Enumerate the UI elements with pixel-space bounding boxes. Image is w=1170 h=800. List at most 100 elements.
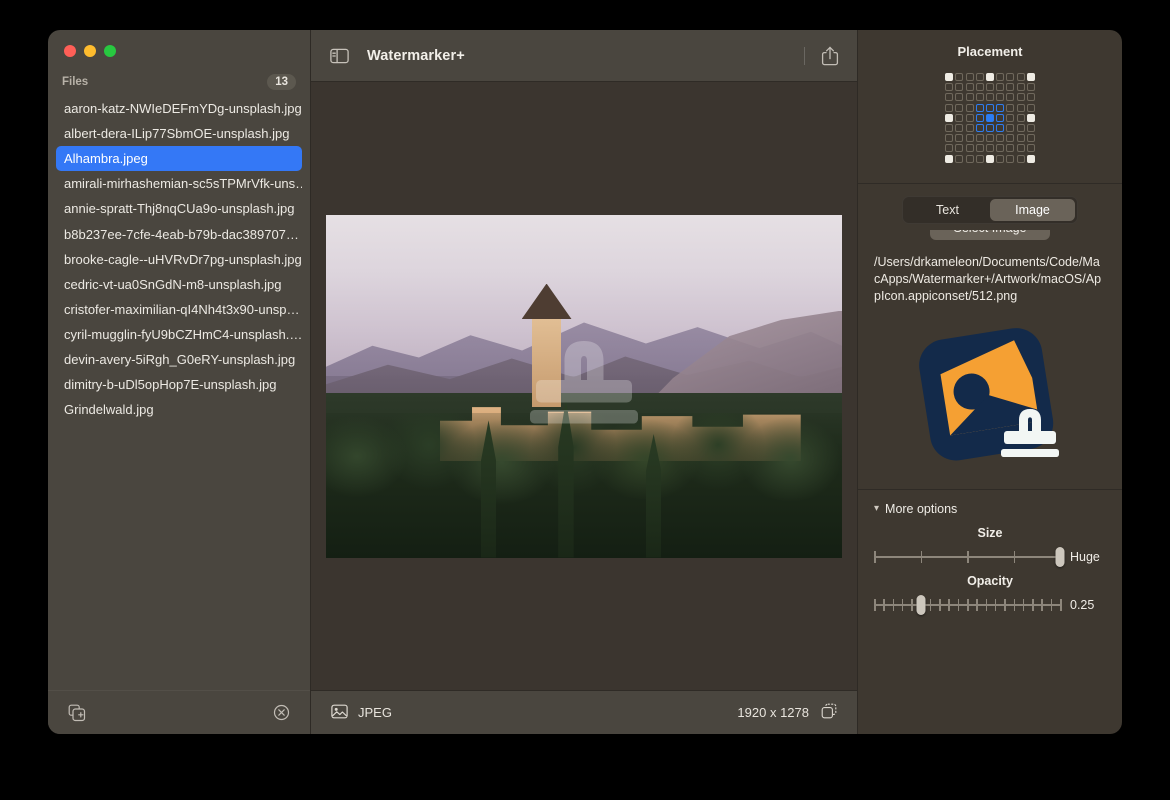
- placement-cell-2-6[interactable]: [1006, 93, 1014, 101]
- placement-cell-8-2[interactable]: [966, 155, 974, 163]
- placement-cell-6-3[interactable]: [976, 134, 984, 142]
- copy-icon[interactable]: [821, 703, 837, 722]
- placement-cell-8-6[interactable]: [1006, 155, 1014, 163]
- placement-cell-5-2[interactable]: [966, 124, 974, 132]
- placement-cell-5-1[interactable]: [955, 124, 963, 132]
- placement-cell-2-5[interactable]: [996, 93, 1004, 101]
- placement-cell-1-2[interactable]: [966, 83, 974, 91]
- placement-cell-1-1[interactable]: [955, 83, 963, 91]
- placement-cell-4-0[interactable]: [945, 114, 953, 122]
- placement-cell-5-0[interactable]: [945, 124, 953, 132]
- placement-cell-3-7[interactable]: [1017, 104, 1025, 112]
- file-list[interactable]: aaron-katz-NWIeDEFmYDg-unsplash.jpg albe…: [48, 96, 310, 690]
- placement-cell-8-8[interactable]: [1027, 155, 1035, 163]
- close-window-button[interactable]: [64, 45, 76, 57]
- clear-all-icon[interactable]: [270, 702, 292, 724]
- placement-cell-7-0[interactable]: [945, 144, 953, 152]
- size-slider[interactable]: [874, 546, 1060, 568]
- placement-cell-4-7[interactable]: [1017, 114, 1025, 122]
- placement-cell-0-5[interactable]: [996, 73, 1004, 81]
- placement-cell-2-7[interactable]: [1017, 93, 1025, 101]
- placement-cell-2-8[interactable]: [1027, 93, 1035, 101]
- placement-cell-3-2[interactable]: [966, 104, 974, 112]
- placement-cell-4-3[interactable]: [976, 114, 984, 122]
- placement-cell-4-6[interactable]: [1006, 114, 1014, 122]
- watermark-type-segmented-control[interactable]: Text Image: [902, 196, 1078, 224]
- placement-cell-0-6[interactable]: [1006, 73, 1014, 81]
- opacity-slider[interactable]: [874, 594, 1060, 616]
- placement-cell-1-0[interactable]: [945, 83, 953, 91]
- list-item[interactable]: cedric-vt-ua0SnGdN-m8-unsplash.jpg: [56, 272, 302, 297]
- list-item-selected[interactable]: Alhambra.jpeg: [56, 146, 302, 171]
- placement-cell-0-8[interactable]: [1027, 73, 1035, 81]
- image-preview-area[interactable]: [311, 82, 857, 690]
- placement-cell-6-6[interactable]: [1006, 134, 1014, 142]
- preview-image[interactable]: [326, 215, 842, 558]
- tab-text[interactable]: Text: [905, 199, 990, 221]
- list-item[interactable]: devin-avery-5iRgh_G0eRY-unsplash.jpg: [56, 347, 302, 372]
- placement-cell-6-0[interactable]: [945, 134, 953, 142]
- placement-cell-0-0[interactable]: [945, 73, 953, 81]
- placement-cell-1-5[interactable]: [996, 83, 1004, 91]
- list-item[interactable]: brooke-cagle--uHVRvDr7pg-unsplash.jpg: [56, 247, 302, 272]
- list-item[interactable]: cyril-mugglin-fyU9bCZHmC4-unsplash.…: [56, 322, 302, 347]
- select-image-button[interactable]: Select Image: [930, 230, 1050, 240]
- placement-cell-3-6[interactable]: [1006, 104, 1014, 112]
- placement-cell-3-0[interactable]: [945, 104, 953, 112]
- placement-cell-7-4[interactable]: [986, 144, 994, 152]
- placement-cell-1-4[interactable]: [986, 83, 994, 91]
- placement-cell-3-5[interactable]: [996, 104, 1004, 112]
- list-item[interactable]: b8b237ee-7cfe-4eab-b79b-dac389707…: [56, 221, 302, 246]
- placement-cell-3-8[interactable]: [1027, 104, 1035, 112]
- placement-cell-2-1[interactable]: [955, 93, 963, 101]
- placement-cell-8-0[interactable]: [945, 155, 953, 163]
- placement-cell-5-4[interactable]: [986, 124, 994, 132]
- placement-cell-6-5[interactable]: [996, 134, 1004, 142]
- sidebar-toggle-icon[interactable]: [327, 44, 351, 68]
- placement-cell-5-5[interactable]: [996, 124, 1004, 132]
- placement-cell-2-0[interactable]: [945, 93, 953, 101]
- zoom-window-button[interactable]: [104, 45, 116, 57]
- placement-cell-7-7[interactable]: [1017, 144, 1025, 152]
- placement-cell-7-3[interactable]: [976, 144, 984, 152]
- placement-cell-1-8[interactable]: [1027, 83, 1035, 91]
- placement-cell-5-6[interactable]: [1006, 124, 1014, 132]
- placement-grid[interactable]: [945, 73, 1035, 163]
- placement-cell-6-4[interactable]: [986, 134, 994, 142]
- list-item[interactable]: aaron-katz-NWIeDEFmYDg-unsplash.jpg: [56, 96, 302, 121]
- placement-cell-8-7[interactable]: [1017, 155, 1025, 163]
- placement-cell-7-5[interactable]: [996, 144, 1004, 152]
- placement-cell-2-2[interactable]: [966, 93, 974, 101]
- placement-cell-8-1[interactable]: [955, 155, 963, 163]
- list-item[interactable]: dimitry-b-uDl5opHop7E-unsplash.jpg: [56, 372, 302, 397]
- placement-cell-7-8[interactable]: [1027, 144, 1035, 152]
- more-options-toggle[interactable]: ▾ More options: [874, 502, 1106, 516]
- list-item[interactable]: cristofer-maximilian-qI4Nh4t3x90-unsp…: [56, 297, 302, 322]
- list-item[interactable]: annie-spratt-Thj8nqCUa9o-unsplash.jpg: [56, 196, 302, 221]
- placement-cell-8-4[interactable]: [986, 155, 994, 163]
- placement-cell-3-3[interactable]: [976, 104, 984, 112]
- placement-cell-4-2[interactable]: [966, 114, 974, 122]
- placement-cell-7-2[interactable]: [966, 144, 974, 152]
- add-files-icon[interactable]: [66, 702, 88, 724]
- placement-cell-1-3[interactable]: [976, 83, 984, 91]
- placement-cell-7-6[interactable]: [1006, 144, 1014, 152]
- placement-cell-0-4[interactable]: [986, 73, 994, 81]
- placement-cell-4-1[interactable]: [955, 114, 963, 122]
- placement-cell-3-1[interactable]: [955, 104, 963, 112]
- list-item[interactable]: Grindelwald.jpg: [56, 397, 302, 422]
- placement-cell-6-1[interactable]: [955, 134, 963, 142]
- size-slider-thumb[interactable]: [1056, 547, 1065, 567]
- placement-cell-1-7[interactable]: [1017, 83, 1025, 91]
- placement-cell-8-3[interactable]: [976, 155, 984, 163]
- placement-cell-5-3[interactable]: [976, 124, 984, 132]
- placement-cell-0-7[interactable]: [1017, 73, 1025, 81]
- opacity-slider-thumb[interactable]: [916, 595, 925, 615]
- list-item[interactable]: amirali-mirhashemian-sc5sTPMrVfk-uns…: [56, 171, 302, 196]
- placement-cell-5-7[interactable]: [1017, 124, 1025, 132]
- minimize-window-button[interactable]: [84, 45, 96, 57]
- placement-cell-6-7[interactable]: [1017, 134, 1025, 142]
- placement-cell-5-8[interactable]: [1027, 124, 1035, 132]
- placement-cell-4-4[interactable]: [986, 114, 994, 122]
- placement-cell-4-8[interactable]: [1027, 114, 1035, 122]
